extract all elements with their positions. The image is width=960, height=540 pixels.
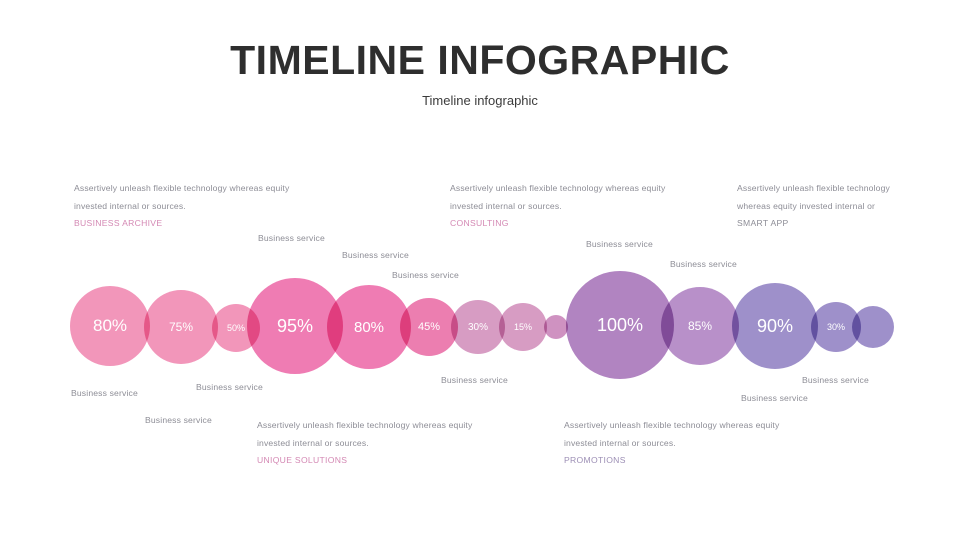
- bubble-90pct-11[interactable]: 90%: [732, 283, 818, 369]
- bubble-unlabeled-13[interactable]: [852, 306, 894, 348]
- bubble-timeline-chart: 80% 75% 50% 95% 80% 45% 30% 15% 100% 85% 90% 30%: [0, 0, 960, 540]
- bubble-value: 85%: [687, 319, 713, 333]
- bubble-80pct-0[interactable]: 80%: [70, 286, 150, 366]
- bubble-30pct-6[interactable]: 30%: [451, 300, 505, 354]
- service-label: Business service: [741, 393, 808, 403]
- service-label: Business service: [145, 415, 212, 425]
- bubble-value: 80%: [353, 318, 385, 336]
- service-label: Business service: [196, 382, 263, 392]
- service-label: Business service: [441, 375, 508, 385]
- bubble-15pct-7[interactable]: 15%: [499, 303, 547, 351]
- bubble-85pct-10[interactable]: 85%: [661, 287, 739, 365]
- bubble-value: 80%: [92, 316, 128, 335]
- bubble-value: 30%: [826, 322, 845, 332]
- bubble-75pct-1[interactable]: 75%: [144, 290, 218, 364]
- bubble-value: 75%: [168, 320, 194, 334]
- service-label: Business service: [802, 375, 869, 385]
- bubble-value: 90%: [756, 315, 794, 336]
- service-label: Business service: [670, 259, 737, 269]
- bubble-value: 15%: [513, 322, 532, 332]
- bubble-unlabeled-8[interactable]: [544, 315, 568, 339]
- bubble-value: 45%: [417, 321, 441, 333]
- bubble-100pct-9[interactable]: 100%: [566, 271, 674, 379]
- bubble-value: 95%: [276, 315, 314, 336]
- bubble-value: 100%: [596, 314, 644, 335]
- bubble-80pct-4[interactable]: 80%: [327, 285, 411, 369]
- service-label: Business service: [392, 270, 459, 280]
- service-label: Business service: [586, 239, 653, 249]
- service-label: Business service: [342, 250, 409, 260]
- bubble-value: 30%: [467, 321, 488, 333]
- service-label: Business service: [258, 233, 325, 243]
- service-label: Business service: [71, 388, 138, 398]
- bubble-45pct-5[interactable]: 45%: [400, 298, 458, 356]
- bubble-value: 50%: [226, 323, 245, 333]
